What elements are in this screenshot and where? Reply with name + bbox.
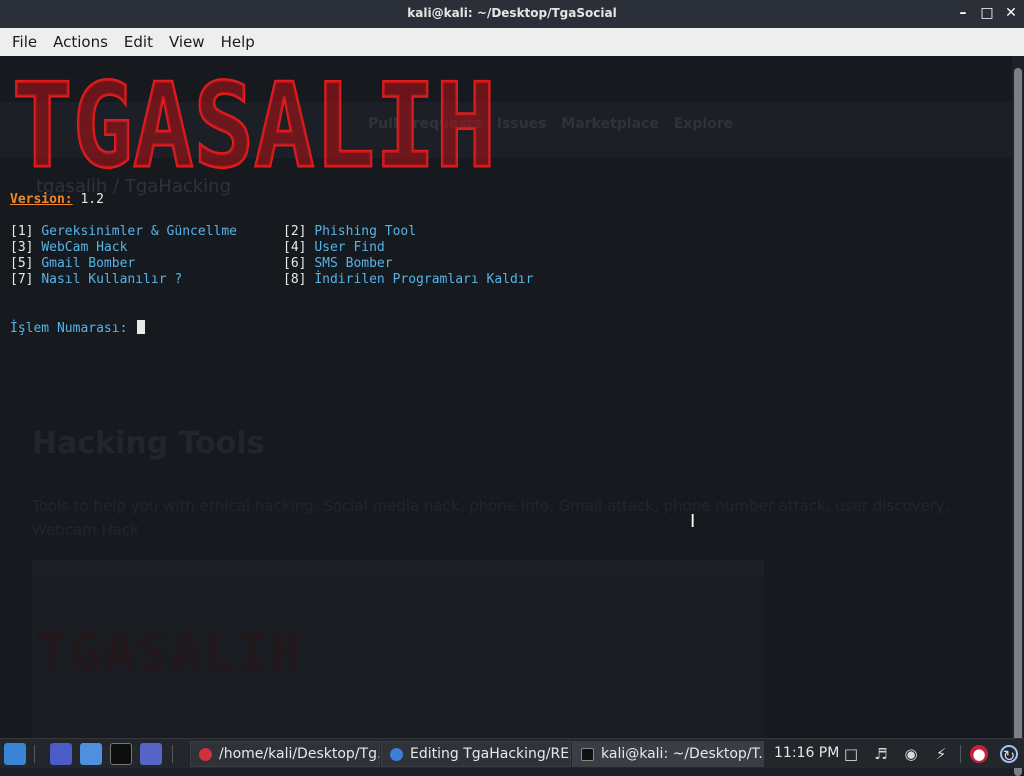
- option-label: Phishing Tool: [314, 224, 417, 239]
- terminal-scrollbar[interactable]: [1012, 56, 1024, 776]
- task-label: /home/kali/Desktop/Tg...: [219, 746, 380, 762]
- task-label: Editing TgaHacking/RE...: [410, 746, 571, 762]
- taskbar-task-terminal[interactable]: kali@kali: ~/Desktop/T...: [572, 741, 764, 767]
- task-label: kali@kali: ~/Desktop/T...: [601, 746, 764, 762]
- window-controls: – □ ✕: [956, 4, 1018, 22]
- taskbar-separator: [172, 745, 173, 763]
- option-number: [3]: [10, 240, 34, 255]
- ascii-logo: TGASALIH TGASALIH: [11, 76, 498, 180]
- option-number: [2]: [283, 224, 307, 239]
- option-label: WebCam Hack: [41, 240, 128, 255]
- taskbar-task-file-manager[interactable]: /home/kali/Desktop/Tg...: [190, 741, 380, 767]
- option-number: [7]: [10, 272, 34, 287]
- menu-help[interactable]: Help: [213, 28, 263, 56]
- window-titlebar[interactable]: kali@kali: ~/Desktop/TgaSocial – □ ✕: [0, 0, 1024, 28]
- menubar: File Actions Edit View Help: [0, 28, 1024, 56]
- option-label: User Find: [314, 240, 385, 255]
- taskbar: /home/kali/Desktop/Tg... Editing TgaHack…: [0, 738, 1024, 768]
- volume-icon[interactable]: ♬: [872, 745, 890, 763]
- option-number: [1]: [10, 224, 34, 239]
- menu-option-8: [8] İndirilen Programları Kaldır: [283, 272, 533, 288]
- mouse-ibeam-cursor-icon: Ⅰ: [690, 511, 696, 532]
- browser-launcher-icon[interactable]: [140, 743, 162, 765]
- menu-actions[interactable]: Actions: [45, 28, 116, 56]
- logo-fill: TGASALIH: [12, 76, 496, 180]
- option-number: [6]: [283, 256, 307, 271]
- power-manager-icon[interactable]: ⚡: [932, 745, 950, 763]
- terminal-icon: [581, 748, 594, 761]
- taskbar-separator: [34, 745, 35, 763]
- menu-option-7: [7] Nasıl Kullanılır ?: [10, 272, 182, 288]
- option-label: Gmail Bomber: [41, 256, 136, 271]
- option-label: Gereksinimler & Güncellme: [41, 224, 237, 239]
- option-number: [4]: [283, 240, 307, 255]
- option-number: [8]: [283, 272, 307, 287]
- menu-edit[interactable]: Edit: [116, 28, 161, 56]
- menu-view[interactable]: View: [161, 28, 213, 56]
- lock-screen-icon[interactable]: ●: [970, 745, 988, 763]
- menu-option-4: [4] User Find: [283, 240, 385, 256]
- option-number: [5]: [10, 256, 34, 271]
- logout-icon[interactable]: ↻: [1000, 745, 1018, 765]
- show-desktop-icon[interactable]: [50, 743, 72, 765]
- version-line: Version: 1.2: [10, 192, 104, 208]
- chromium-icon: [390, 748, 403, 761]
- terminal-area[interactable]: TGASALIH TGASALIH Version: 1.2 [1] Gerek…: [0, 56, 1012, 738]
- input-prompt: İşlem Numarası:: [10, 321, 128, 336]
- menu-option-6: [6] SMS Bomber: [283, 256, 393, 272]
- window-title: kali@kali: ~/Desktop/TgaSocial: [407, 6, 617, 20]
- text-cursor: [137, 320, 146, 334]
- scrollbar-thumb[interactable]: [1014, 68, 1022, 776]
- notification-bell-icon[interactable]: ◉: [902, 745, 920, 763]
- clock[interactable]: 11:16 PM: [774, 745, 839, 761]
- screen-icon[interactable]: □: [842, 745, 860, 763]
- terminal-launcher-icon[interactable]: [110, 743, 132, 765]
- option-label: İndirilen Programları Kaldır: [314, 272, 534, 287]
- menu-option-2: [2] Phishing Tool: [283, 224, 416, 240]
- minimize-button[interactable]: –: [956, 4, 970, 22]
- maximize-button[interactable]: □: [980, 4, 994, 22]
- version-label: Version:: [10, 192, 73, 207]
- menu-file[interactable]: File: [4, 28, 45, 56]
- file-manager-icon[interactable]: [80, 743, 102, 765]
- option-label: SMS Bomber: [314, 256, 393, 271]
- kali-menu-icon[interactable]: [4, 743, 26, 765]
- version-value: 1.2: [80, 192, 104, 207]
- folder-icon: [199, 748, 212, 761]
- menu-option-3: [3] WebCam Hack: [10, 240, 127, 256]
- menu-option-1: [1] Gereksinimler & Güncellme: [10, 224, 237, 240]
- close-button[interactable]: ✕: [1004, 4, 1018, 22]
- input-prompt-line[interactable]: İşlem Numarası:: [10, 320, 146, 337]
- taskbar-separator: [960, 745, 961, 763]
- option-label: Nasıl Kullanılır ?: [41, 272, 183, 287]
- taskbar-task-browser[interactable]: Editing TgaHacking/RE...: [381, 741, 571, 767]
- menu-option-5: [5] Gmail Bomber: [10, 256, 135, 272]
